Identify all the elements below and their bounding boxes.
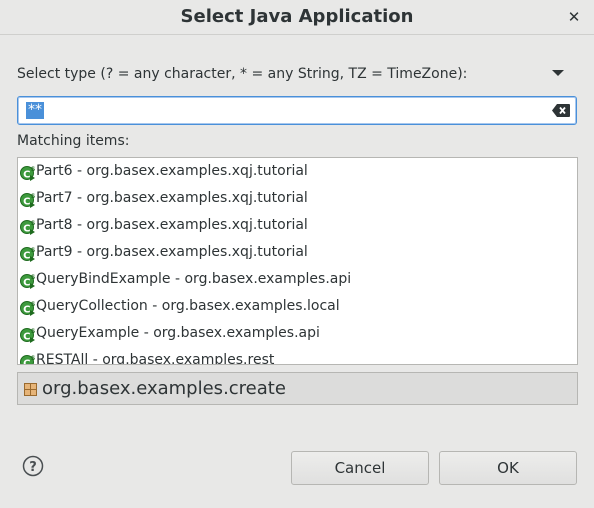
ok-button[interactable]: OK bbox=[439, 451, 577, 485]
clear-text-icon[interactable] bbox=[552, 104, 570, 117]
list-item-label: Part8 - org.basex.examples.xqj.tutorial bbox=[36, 217, 308, 233]
matching-items-label: Matching items: bbox=[17, 133, 130, 149]
list-item[interactable]: C S Part7 - org.basex.examples.xqj.tutoria… bbox=[20, 185, 575, 212]
svg-text:S: S bbox=[31, 328, 35, 335]
list-item-label: Part7 - org.basex.examples.xqj.tutorial bbox=[36, 190, 308, 206]
svg-text:C: C bbox=[23, 304, 30, 315]
svg-text:S: S bbox=[31, 193, 35, 200]
list-item-label: QueryCollection - org.basex.examples.loc… bbox=[36, 298, 340, 314]
list-item[interactable]: C S RESTAll - org.basex.examples.rest bbox=[20, 347, 575, 365]
dialog-title: Select Java Application bbox=[180, 6, 414, 27]
list-item[interactable]: C S Part8 - org.basex.examples.xqj.tutoria… bbox=[20, 212, 575, 239]
list-item[interactable]: C S Part9 - org.basex.examples.xqj.tutoria… bbox=[20, 239, 575, 266]
svg-text:?: ? bbox=[29, 460, 37, 475]
svg-text:S: S bbox=[31, 301, 35, 308]
cancel-button[interactable]: Cancel bbox=[291, 451, 429, 485]
java-class-main-icon: CS bbox=[20, 245, 36, 262]
details-text: org.basex.examples.create bbox=[42, 378, 286, 399]
list-item[interactable]: C S Part6 - org.basex.examples.xqj.tutoria… bbox=[20, 158, 575, 185]
filter-label: Select type (? = any character, * = any … bbox=[17, 66, 468, 82]
svg-text:C: C bbox=[23, 277, 30, 288]
package-icon bbox=[24, 383, 37, 396]
svg-text:C: C bbox=[23, 223, 30, 234]
svg-text:S: S bbox=[31, 355, 35, 362]
svg-text:S: S bbox=[31, 220, 35, 227]
svg-text:S: S bbox=[31, 274, 35, 281]
list-item-label: QueryExample - org.basex.examples.api bbox=[36, 325, 320, 341]
matching-items-list[interactable]: C S Part6 - org.basex.examples.xqj.tutoria… bbox=[17, 157, 578, 365]
help-icon[interactable]: ? bbox=[22, 455, 44, 477]
java-class-main-icon: CS bbox=[20, 299, 36, 316]
close-icon[interactable]: ✕ bbox=[566, 8, 582, 26]
list-item-label: Part6 - org.basex.examples.xqj.tutorial bbox=[36, 163, 308, 179]
svg-text:S: S bbox=[31, 247, 35, 254]
details-status-box: org.basex.examples.create bbox=[17, 372, 578, 405]
list-item[interactable]: C S QueryCollection - org.basex.examples.l… bbox=[20, 293, 575, 320]
svg-text:S: S bbox=[31, 166, 35, 173]
svg-text:C: C bbox=[23, 169, 30, 180]
dialog-titlebar: Select Java Application ✕ bbox=[0, 0, 594, 35]
svg-text:C: C bbox=[23, 196, 30, 207]
java-class-main-icon: CS bbox=[20, 272, 36, 289]
svg-text:C: C bbox=[23, 250, 30, 261]
list-item[interactable]: C S QueryBindExample - org.basex.examples.… bbox=[20, 266, 575, 293]
list-item-label: Part9 - org.basex.examples.xqj.tutorial bbox=[36, 244, 308, 260]
svg-text:C: C bbox=[23, 358, 30, 365]
svg-text:C: C bbox=[23, 331, 30, 342]
java-class-main-icon: CS bbox=[20, 353, 36, 365]
list-item[interactable]: C S QueryExample - org.basex.examples.api bbox=[20, 320, 575, 347]
filter-input[interactable]: ** bbox=[17, 96, 577, 125]
view-menu-icon[interactable] bbox=[552, 70, 564, 76]
filter-input-value[interactable]: ** bbox=[26, 102, 44, 119]
list-item-label: RESTAll - org.basex.examples.rest bbox=[36, 352, 275, 365]
java-class-main-icon: CS bbox=[20, 164, 36, 181]
list-item-label: QueryBindExample - org.basex.examples.ap… bbox=[36, 271, 352, 287]
java-class-main-icon: CS bbox=[20, 218, 36, 235]
java-class-main-icon: CS bbox=[20, 326, 36, 343]
java-class-main-icon: CS bbox=[20, 191, 36, 208]
